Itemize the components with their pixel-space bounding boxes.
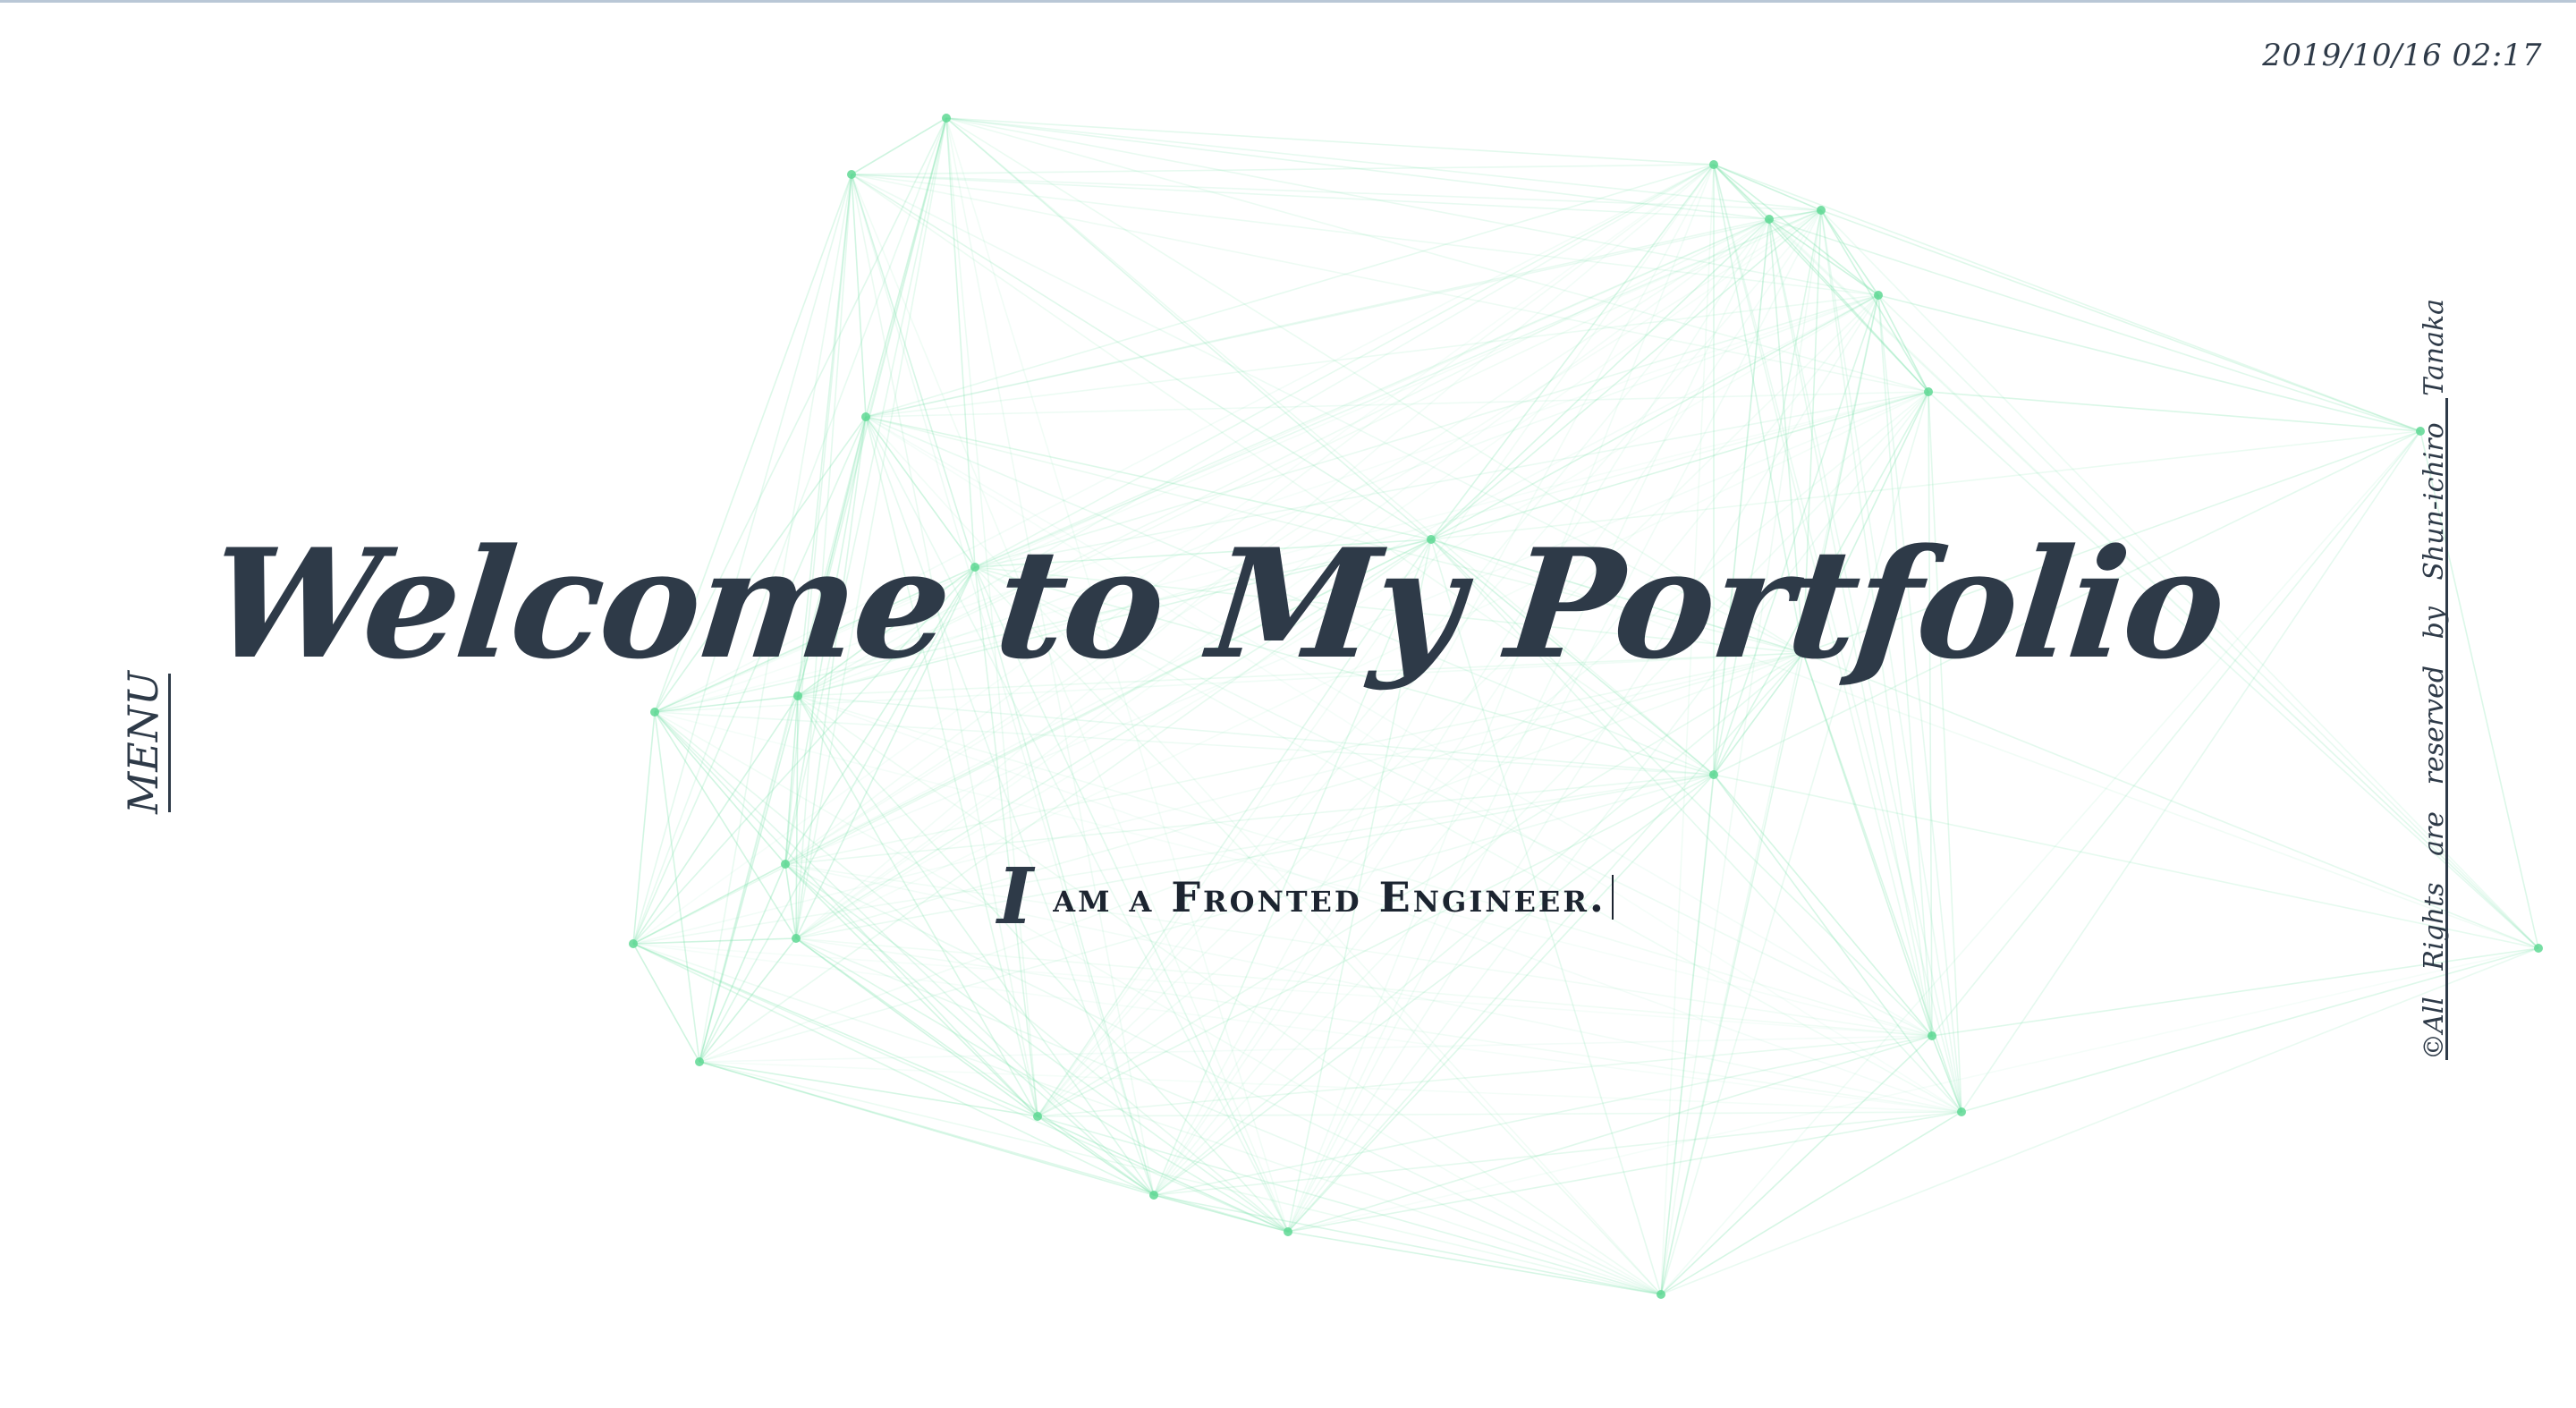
network-line [1287, 652, 1804, 1233]
typing-cursor [1611, 875, 1614, 920]
network-node [1817, 206, 1826, 215]
network-line [945, 117, 1715, 165]
network-node [1928, 1031, 1936, 1040]
network-node [650, 708, 659, 717]
network-line [1660, 1035, 1933, 1295]
network-node [1957, 1107, 1966, 1116]
network-node [1284, 1227, 1292, 1236]
hero-subtitle: I am a Fronted Engineer. [997, 857, 1614, 937]
subtitle-typed-text: am a Fronted Engineer. [1053, 873, 1606, 921]
copyright-notice: ©All Rights are reserved by Shun-ichiro … [2408, 298, 2479, 1060]
network-line [654, 711, 797, 939]
network-line [1928, 391, 1933, 1037]
network-node [861, 412, 870, 421]
network-line [699, 695, 799, 1063]
network-line [1713, 164, 2421, 432]
network-line [851, 164, 1715, 175]
network-line [654, 711, 700, 1063]
network-node [1765, 215, 1774, 224]
network-line [699, 1061, 1962, 1113]
network-line [1877, 294, 2421, 432]
network-line [699, 1035, 1933, 1063]
network-node [781, 860, 790, 869]
network-node [629, 939, 638, 948]
network-node [1149, 1191, 1158, 1200]
network-line [784, 774, 1715, 865]
network-line [1820, 209, 2421, 432]
network-line [1153, 1111, 1962, 1196]
network-line [1928, 391, 2421, 432]
menu-underline [168, 674, 171, 812]
network-line [945, 117, 1929, 393]
network-line [1713, 164, 1879, 296]
network-node [1924, 387, 1933, 396]
network-line [1877, 294, 1929, 393]
hero-title-text: Welcome to My Portfolio [201, 515, 2232, 692]
network-line [632, 711, 656, 945]
network-lines [632, 117, 2539, 1295]
network-node [1874, 291, 1883, 300]
network-line [784, 863, 797, 939]
network-line [1713, 774, 1962, 1113]
network-line [795, 695, 799, 939]
network-line [865, 391, 1929, 418]
network-node [1709, 770, 1718, 779]
network-line [1037, 1115, 1662, 1295]
datetime-display: 2019/10/16 02:17 [2262, 38, 2542, 73]
network-line [1660, 774, 1715, 1295]
particle-network-background [629, 114, 2543, 1299]
network-line [865, 294, 1879, 418]
network-line [632, 943, 700, 1063]
network-node [942, 114, 951, 123]
network-node [1657, 1290, 1665, 1299]
network-line [1037, 1115, 1155, 1196]
subtitle-initial: I [997, 852, 1034, 942]
network-node [792, 934, 801, 943]
network-line [1430, 164, 1715, 540]
network-line [632, 943, 1289, 1233]
network-line [865, 209, 1822, 418]
copyright-text: ©All Rights are reserved by Shun-ichiro … [2419, 298, 2450, 1060]
network-line [1287, 218, 1770, 1233]
network-node [2534, 944, 2543, 953]
network-line [797, 695, 1715, 776]
network-line [1153, 774, 1715, 1196]
network-line [654, 711, 786, 865]
copyright-divider [2445, 398, 2448, 1060]
network-node [847, 170, 856, 179]
network-node [1709, 160, 1718, 169]
network-line [1713, 164, 1822, 211]
network-line [851, 174, 1879, 296]
network-line [699, 1061, 1038, 1117]
network-line [1660, 164, 1715, 1295]
network-line [1430, 209, 1822, 540]
network-line [1287, 774, 1715, 1233]
network-node [695, 1057, 704, 1066]
network-line [632, 937, 797, 945]
network-node [1033, 1112, 1042, 1121]
hero-title: Welcome to My Portfolio [0, 514, 2576, 693]
